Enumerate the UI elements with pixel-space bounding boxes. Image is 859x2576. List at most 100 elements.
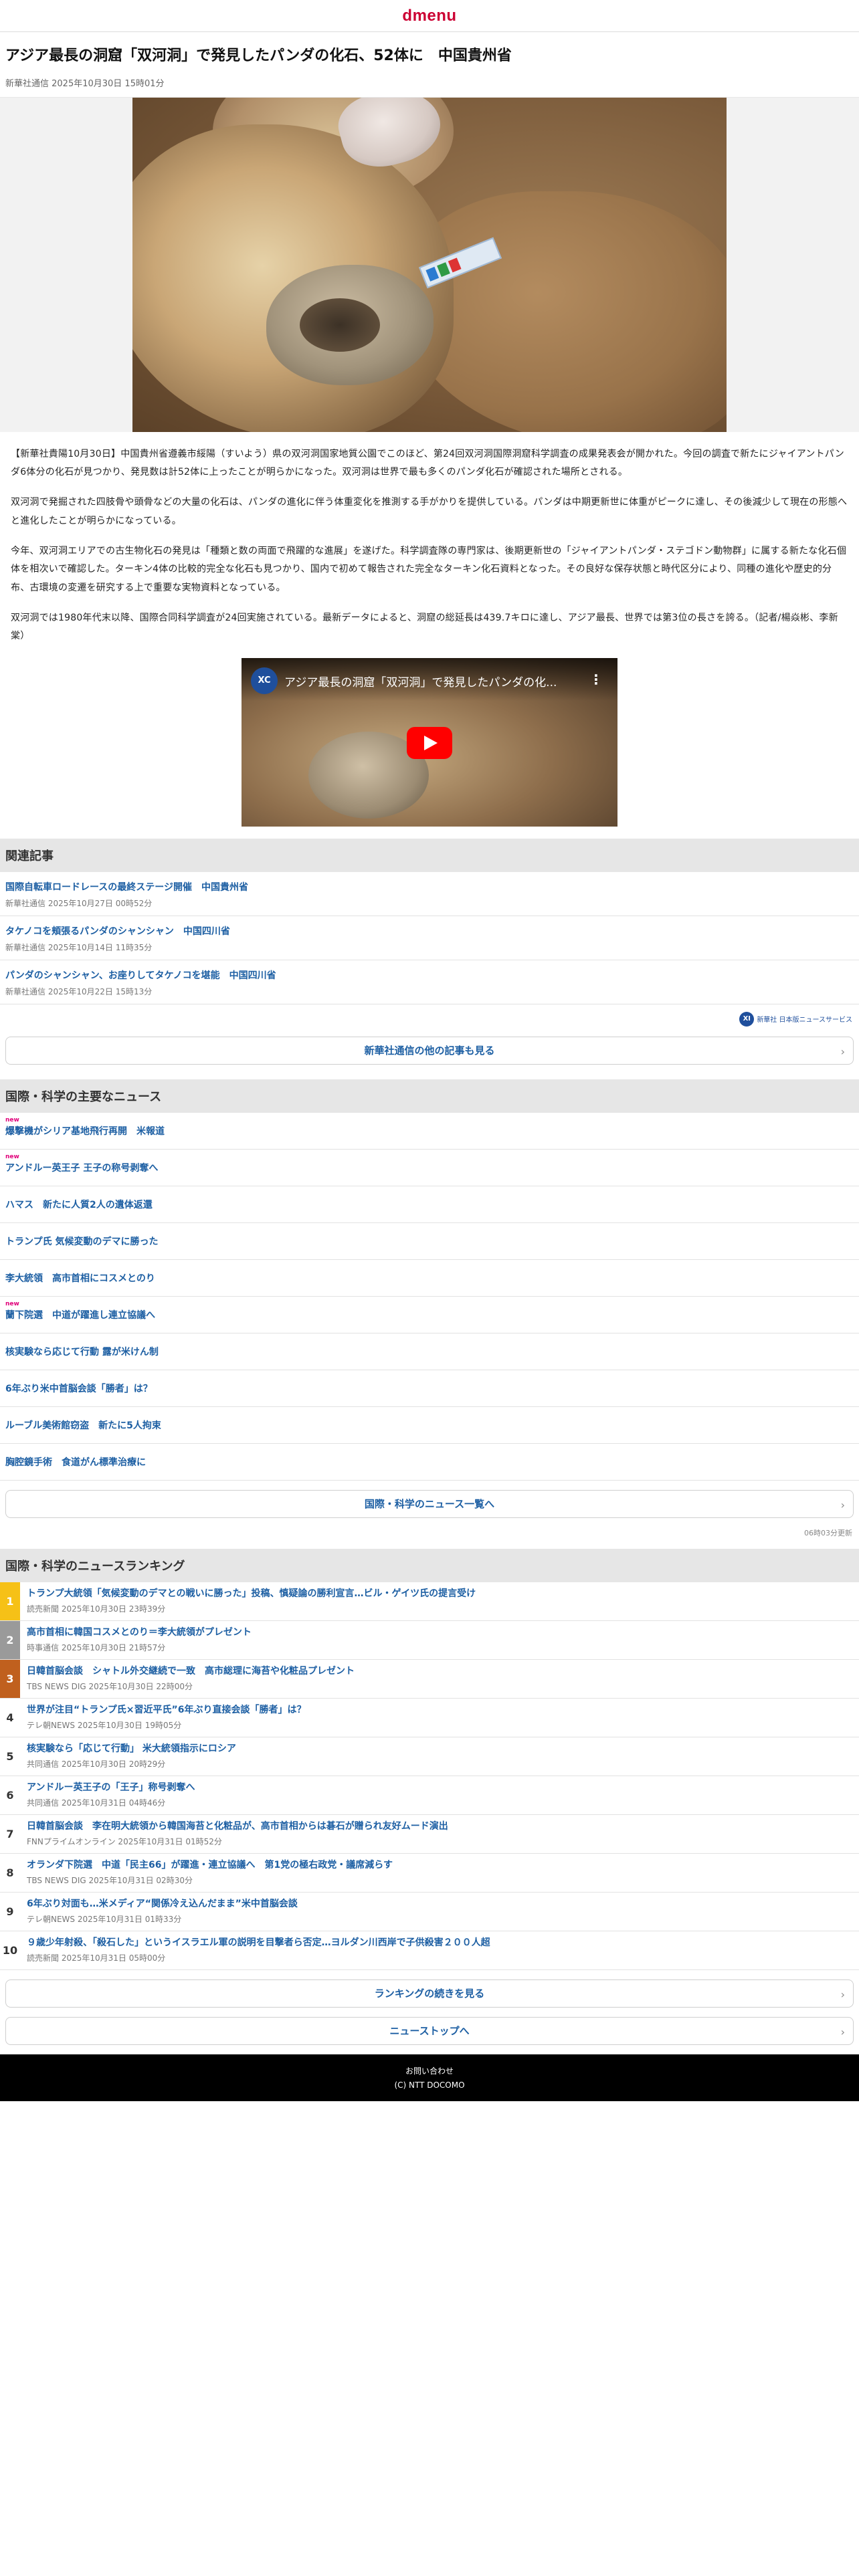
chevron-right-icon: › <box>840 2025 845 2038</box>
ranking-heading: 国際・科学のニュースランキング <box>0 1548 859 1582</box>
ranking-item[interactable]: 6 アンドルー英王子の「王子」称号剥奪へ 共同通信 2025年10月31日 04… <box>0 1776 859 1815</box>
ranking-item[interactable]: 1 トランプ大統領「気候変動のデマとの戦いに勝った」投稿、慎疑論の勝利宣言…ビル… <box>0 1582 859 1621</box>
ranking-item-body: 核実験なら「応じて行動」 米大統領指示にロシア 共同通信 2025年10月30日… <box>20 1737 242 1776</box>
ranking-item-body: トランプ大統領「気候変動のデマとの戦いに勝った」投稿、慎疑論の勝利宣言…ビル・ゲ… <box>20 1582 481 1620</box>
update-time: 06時03分更新 <box>804 1528 852 1537</box>
related-item[interactable]: タケノコを頬張るパンダのシャンシャン 中国四川省 新華社通信 2025年10月1… <box>0 916 859 960</box>
news-item-title[interactable]: 胸腔鏡手術 食道がん標準治療に <box>5 1455 146 1469</box>
ranking-item-title[interactable]: 核実験なら「応じて行動」 米大統領指示にロシア <box>27 1743 236 1756</box>
ranking-item-title[interactable]: トランプ大統領「気候変動のデマとの戦いに勝った」投稿、慎疑論の勝利宣言…ビル・ゲ… <box>27 1588 476 1601</box>
news-item[interactable]: ルーブル美術館窃盗 新たに5人拘束 <box>0 1407 859 1444</box>
news-item-title[interactable]: ルーブル美術館窃盗 新たに5人拘束 <box>5 1418 161 1432</box>
chevron-right-icon: › <box>840 1498 845 1511</box>
ranking-item-title[interactable]: 高市首相に韓国コスメとのり＝李大統領がプレゼント <box>27 1626 252 1640</box>
embedded-video[interactable]: XC アジア最長の洞窟「双河洞」で発見したパンダの化... ⋮ <box>242 657 617 827</box>
channel-icon[interactable]: XC <box>251 667 278 694</box>
ranking-item-meta: FNNプライムオンライン 2025年10月31日 01時52分 <box>27 1837 222 1847</box>
rank-number: 4 <box>6 1711 14 1724</box>
news-item[interactable]: new 爆撃機がシリア基地飛行再開 米報道 <box>0 1113 859 1150</box>
ranking-item-title[interactable]: アンドルー英王子の「王子」称号剥奪へ <box>27 1782 195 1795</box>
more-world-news-label: 国際・科学のニュース一覧へ <box>364 1498 495 1511</box>
scale-blue <box>425 266 440 282</box>
article-paragraph-2: 双河洞で発掘された四肢骨や頭骨などの大量の化石は、パンダの進化に伴う体重変化を推… <box>11 497 848 526</box>
ranking-item-meta: テレ朝NEWS 2025年10月30日 19時05分 <box>27 1721 182 1731</box>
ranking-item-body: 日韓首脳会談 李在明大統領から韓国海苔と化粧品が、高市首相からは碁石が贈られ友好… <box>20 1815 454 1853</box>
related-item-meta: 新華社通信 2025年10月22日 15時13分 <box>5 986 153 996</box>
news-item[interactable]: ハマス 新たに人質2人の遺体返還 <box>0 1186 859 1223</box>
video-menu-icon[interactable]: ⋮ <box>589 671 603 687</box>
rank-number: 1 <box>0 1582 20 1620</box>
ranking-item[interactable]: 8 オランダ下院選 中道「民主66」が躍進・連立協議へ 第1党の極右政党・議席減… <box>0 1854 859 1893</box>
rank-number: 9 <box>6 1905 14 1918</box>
ranking-item-meta: 時事通信 2025年10月30日 21時57分 <box>27 1643 166 1653</box>
article-header: アジア最長の洞窟「双河洞」で発見したパンダの化石、52体に 中国貴州省 新華社通… <box>0 32 859 98</box>
related-item-meta: 新華社通信 2025年10月14日 11時35分 <box>5 942 153 952</box>
ranking-item-body: 世界が注目“トランプ氏×習近平氏”6年ぶり直接会談「勝者」は？ テレ朝NEWS … <box>20 1699 311 1737</box>
news-item-title[interactable]: 核実験なら応じて行動 露が米けん制 <box>5 1345 159 1358</box>
ranking-item[interactable]: 2 高市首相に韓国コスメとのり＝李大統領がプレゼント 時事通信 2025年10月… <box>0 1620 859 1660</box>
new-badge: new <box>5 1153 19 1160</box>
ranking-item-meta: 読売新聞 2025年10月30日 23時39分 <box>27 1604 166 1614</box>
ranking-item-meta: テレ朝NEWS 2025年10月31日 01時33分 <box>27 1915 182 1925</box>
hero-image-panda-fossil <box>132 97 727 432</box>
ranking-item[interactable]: 3 日韓首脳会談 シャトル外交継続で一致 高市総理に海苔や化粧品プレゼント TB… <box>0 1659 859 1699</box>
ranking-item-title[interactable]: ９歳少年射殺、「殺石した」というイスラエル軍の説明を目撃者ら否定…ヨルダン川西岸… <box>27 1937 490 1950</box>
related-item[interactable]: パンダのシャンシャン、お座りしてタケノコを堪能 中国四川省 新華社通信 2025… <box>0 960 859 1004</box>
news-item-title[interactable]: ハマス 新たに人質2人の遺体返還 <box>5 1198 153 1211</box>
dmenu-logo[interactable]: dmenu <box>402 7 456 25</box>
ranking-item-body: アンドルー英王子の「王子」称号剥奪へ 共同通信 2025年10月31日 04時4… <box>20 1776 200 1814</box>
news-item[interactable]: 胸腔鏡手術 食道がん標準治療に <box>0 1444 859 1481</box>
contact-link[interactable]: お問い合わせ <box>405 2065 454 2076</box>
more-xinhua-articles-button[interactable]: 新華社通信の他の記事も見る › <box>5 1036 854 1065</box>
news-top-button[interactable]: ニューストップへ › <box>5 2016 854 2045</box>
ranking-item-body: ９歳少年射殺、「殺石した」というイスラエル軍の説明を目撃者ら否定…ヨルダン川西岸… <box>20 1931 496 1969</box>
news-item-title[interactable]: 6年ぶり米中首脳会談「勝者」は？ <box>5 1382 153 1395</box>
news-item[interactable]: 李大統領 高市首相にコスメとのり <box>0 1260 859 1297</box>
ranking-item[interactable]: 10 ９歳少年射殺、「殺石した」というイスラエル軍の説明を目撃者ら否定…ヨルダン… <box>0 1931 859 1970</box>
ranking-item-body: 高市首相に韓国コスメとのり＝李大統領がプレゼント 時事通信 2025年10月30… <box>20 1621 257 1659</box>
ranking-item-meta: TBS NEWS DIG 2025年10月31日 02時30分 <box>27 1876 193 1886</box>
ranking-item-meta: 共同通信 2025年10月30日 20時29分 <box>27 1759 166 1769</box>
ranking-item[interactable]: 5 核実験なら「応じて行動」 米大統領指示にロシア 共同通信 2025年10月3… <box>0 1737 859 1776</box>
news-item-title[interactable]: 爆撃機がシリア基地飛行再開 米報道 <box>5 1124 165 1138</box>
news-item[interactable]: 6年ぶり米中首脳会談「勝者」は？ <box>0 1370 859 1407</box>
news-item-title[interactable]: 李大統領 高市首相にコスメとのり <box>5 1271 155 1285</box>
related-item-title[interactable]: パンダのシャンシャン、お座りしてタケノコを堪能 中国四川省 <box>5 968 854 982</box>
ranking-item[interactable]: 4 世界が注目“トランプ氏×習近平氏”6年ぶり直接会談「勝者」は？ テレ朝NEW… <box>0 1699 859 1737</box>
news-item-title[interactable]: アンドルー英王子 王子の称号剥奪へ <box>5 1161 158 1174</box>
ranking-item-title[interactable]: 日韓首脳会談 シャトル外交継続で一致 高市総理に海苔や化粧品プレゼント <box>27 1665 355 1679</box>
ranking-item[interactable]: 9 6年ぶり対面も…米メディア“関係冷え込んだまま”米中首脳会談 テレ朝NEWS… <box>0 1893 859 1931</box>
related-item-title[interactable]: 国際自転車ロードレースの最終ステージ開催 中国貴州省 <box>5 880 854 893</box>
ranking-item-body: 6年ぶり対面も…米メディア“関係冷え込んだまま”米中首脳会談 テレ朝NEWS 2… <box>20 1893 303 1931</box>
news-item-title[interactable]: トランプ氏 気候変動のデマに勝った <box>5 1235 158 1248</box>
ranking-item-meta: 共同通信 2025年10月31日 04時46分 <box>27 1798 166 1808</box>
related-item-meta: 新華社通信 2025年10月27日 00時52分 <box>5 898 153 908</box>
major-news-heading: 国際・科学の主要なニュース <box>0 1079 859 1113</box>
play-button-icon[interactable] <box>407 726 452 759</box>
ranking-item-title[interactable]: 6年ぶり対面も…米メディア“関係冷え込んだまま”米中首脳会談 <box>27 1898 298 1911</box>
xinhua-logo-icon: XI <box>739 1011 755 1027</box>
news-top-label: ニューストップへ <box>389 2025 470 2038</box>
related-item[interactable]: 国際自転車ロードレースの最終ステージ開催 中国貴州省 新華社通信 2025年10… <box>0 872 859 916</box>
related-item-title[interactable]: タケノコを頬張るパンダのシャンシャン 中国四川省 <box>5 924 854 938</box>
chevron-right-icon: › <box>840 1988 845 2001</box>
news-item[interactable]: new 蘭下院選 中道が躍進し連立協議へ <box>0 1297 859 1333</box>
ranking-item-title[interactable]: オランダ下院選 中道「民主66」が躍進・連立協議へ 第1党の極右政党・議席減らす <box>27 1859 393 1872</box>
rank-number: 10 <box>2 1943 18 1957</box>
article-paragraph-1: 【新華社貴陽10月30日】中国貴州省遵義市綏陽（すいよう）県の双河洞国家地質公園… <box>11 448 844 478</box>
logo-menu: menu <box>412 6 457 25</box>
ranking-item-title[interactable]: 日韓首脳会談 李在明大統領から韓国海苔と化粧品が、高市首相からは碁石が贈られ友好… <box>27 1820 448 1834</box>
news-item-title[interactable]: 蘭下院選 中道が躍進し連立協議へ <box>5 1308 155 1321</box>
news-item[interactable]: トランプ氏 気候変動のデマに勝った <box>0 1223 859 1260</box>
more-ranking-button[interactable]: ランキングの続きを見る › <box>5 1979 854 2008</box>
credit-row: XI 新華社 日本版ニュースサービス <box>0 1004 859 1034</box>
more-ranking-label: ランキングの続きを見る <box>374 1988 485 2000</box>
more-world-news-button[interactable]: 国際・科学のニュース一覧へ › <box>5 1489 854 1518</box>
ranking-item-meta: 読売新聞 2025年10月31日 05時00分 <box>27 1953 166 1963</box>
article-meta: 新華社通信 2025年10月30日 15時01分 <box>5 78 165 89</box>
news-item[interactable]: new アンドルー英王子 王子の称号剥奪へ <box>0 1150 859 1186</box>
ranking-item-title[interactable]: 世界が注目“トランプ氏×習近平氏”6年ぶり直接会談「勝者」は？ <box>27 1704 306 1717</box>
video-title[interactable]: アジア最長の洞窟「双河洞」で発見したパンダの化... <box>284 673 557 689</box>
ranking-item[interactable]: 7 日韓首脳会談 李在明大統領から韓国海苔と化粧品が、高市首相からは碁石が贈られ… <box>0 1815 859 1854</box>
news-item[interactable]: 核実験なら応じて行動 露が米けん制 <box>0 1333 859 1370</box>
